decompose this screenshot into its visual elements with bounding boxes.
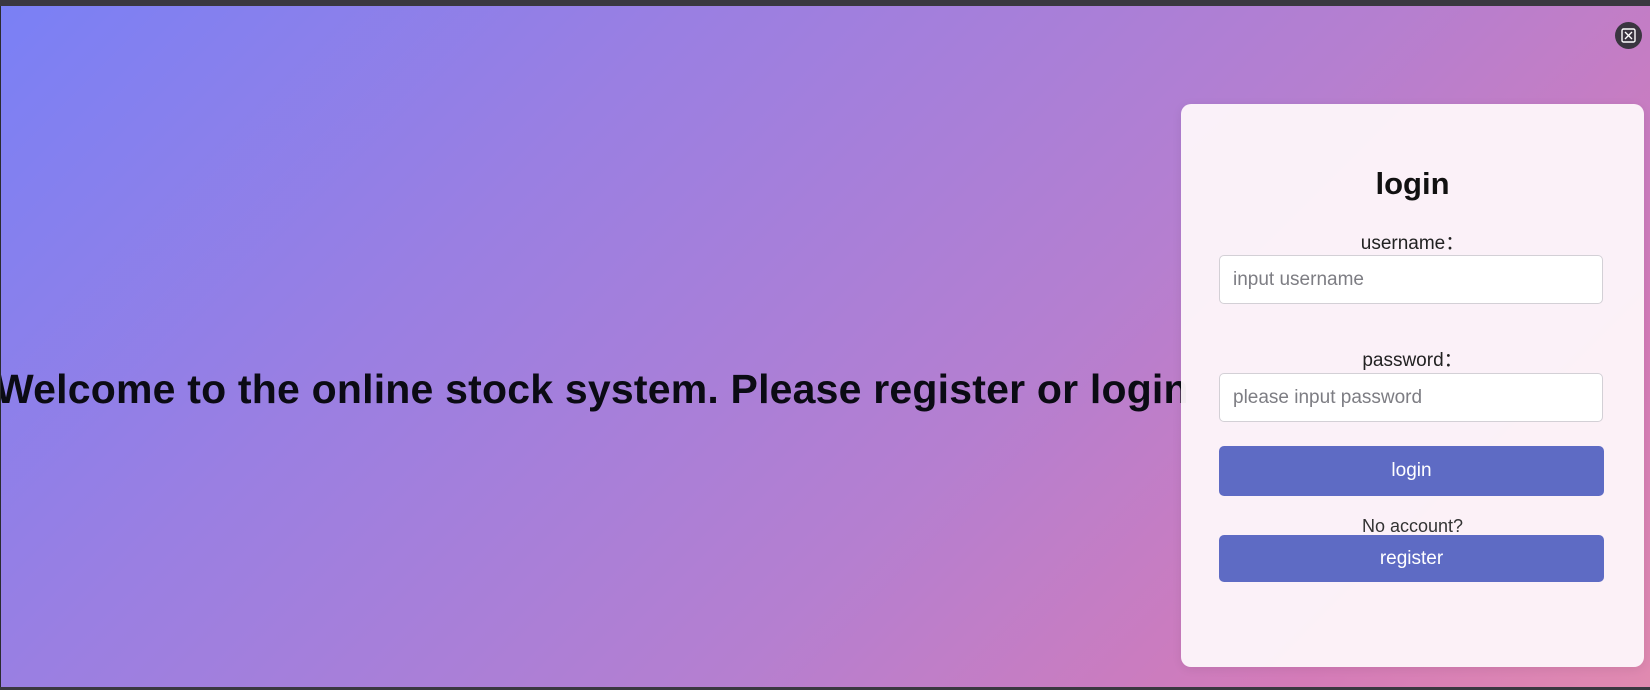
login-card: login username： password： login No accou… (1181, 104, 1644, 667)
password-input[interactable] (1219, 373, 1603, 422)
username-label: username： (1360, 233, 1465, 254)
welcome-heading: Welcome to the online stock system. Plea… (1, 366, 1189, 412)
register-button[interactable]: register (1219, 535, 1604, 582)
login-button[interactable]: login (1219, 446, 1604, 496)
password-label: password： (1362, 350, 1463, 371)
no-account-text: No account? (1361, 516, 1464, 536)
exit-fullscreen-icon (1621, 28, 1636, 43)
username-input[interactable] (1219, 255, 1603, 304)
login-title: login (1375, 166, 1450, 201)
exit-fullscreen-button[interactable] (1615, 22, 1642, 49)
